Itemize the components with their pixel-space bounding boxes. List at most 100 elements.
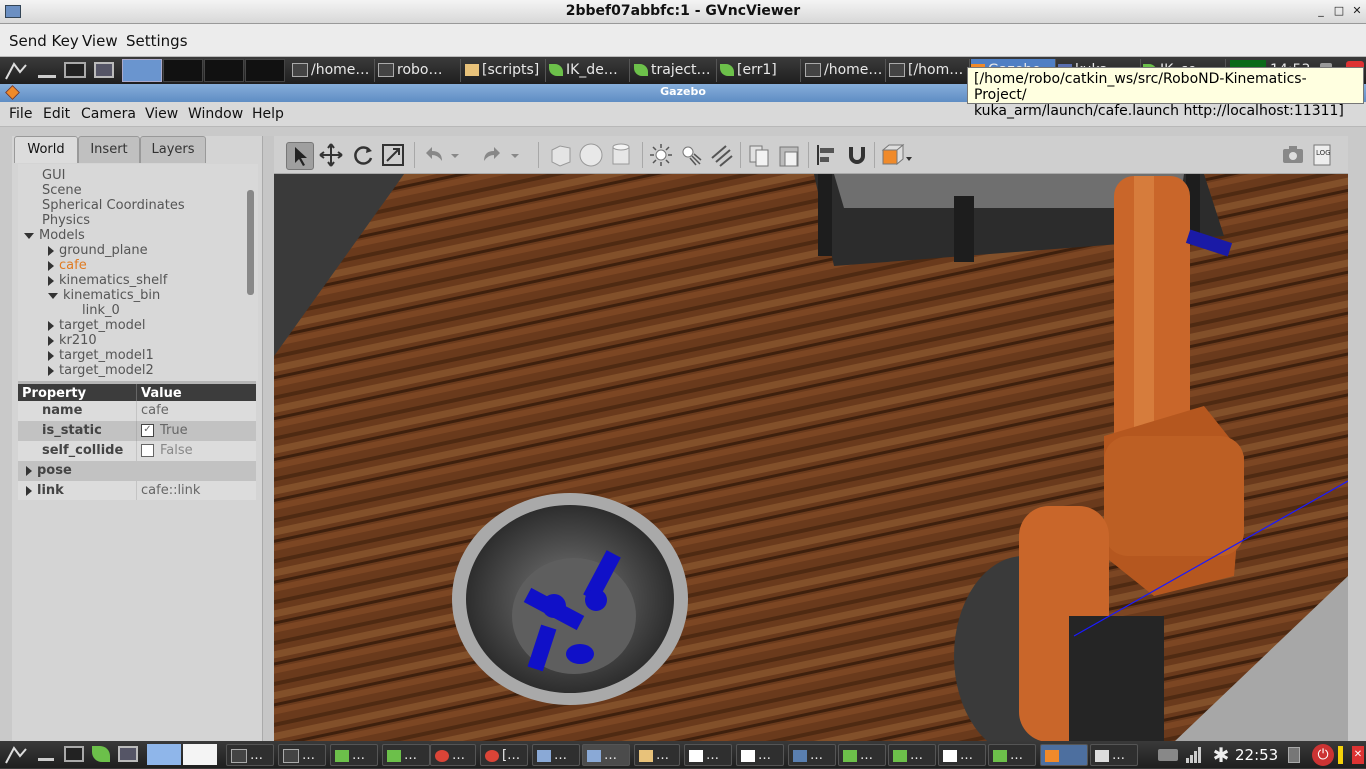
show-desktop-icon[interactable] — [38, 747, 54, 761]
bottom-task-editor-3[interactable]: … — [838, 744, 886, 766]
tree-item-spherical-coordinates[interactable]: Spherical Coordinates — [42, 198, 185, 213]
bottom-task-editor-5[interactable]: … — [988, 744, 1036, 766]
tree-item-gui[interactable]: GUI — [42, 168, 65, 183]
spot-light-icon[interactable] — [678, 142, 704, 168]
close-button[interactable]: ✕ — [1350, 4, 1364, 18]
bottom-task-document[interactable]: … — [684, 744, 732, 766]
point-light-icon[interactable] — [648, 142, 674, 168]
undo-icon[interactable] — [420, 142, 446, 168]
window-switch-icon[interactable] — [118, 746, 138, 762]
tree-item-target-model1[interactable]: target_model1 — [48, 348, 154, 363]
expand-arrow-icon[interactable] — [48, 320, 54, 331]
clock[interactable]: 22:53 — [1235, 744, 1278, 766]
view-angle-cube-icon[interactable] — [880, 142, 916, 168]
bottom-task-terminal-2[interactable]: … — [278, 744, 326, 766]
scene-render[interactable] — [274, 136, 1348, 742]
property-name-value[interactable]: cafe — [136, 401, 256, 421]
directional-light-icon[interactable] — [708, 142, 734, 168]
show-desktop-icon[interactable] — [38, 63, 56, 78]
start-menu-icon[interactable] — [4, 744, 30, 765]
task-terminal-home-3[interactable]: [/hom… — [889, 59, 970, 82]
workspace-2[interactable] — [183, 744, 217, 765]
expand-arrow-icon[interactable] — [48, 245, 54, 256]
bottom-task-editor-2[interactable]: … — [382, 744, 430, 766]
bottom-task-chrome[interactable]: … — [430, 744, 476, 766]
workspace-4[interactable] — [245, 59, 285, 82]
tree-item-target-model[interactable]: target_model — [48, 318, 146, 333]
scene-viewport[interactable] — [274, 136, 1348, 742]
close-session-icon[interactable]: ✕ — [1352, 746, 1364, 764]
workspace-2[interactable] — [163, 59, 203, 82]
copy-icon[interactable] — [746, 142, 772, 168]
signal-strength-icon[interactable] — [1186, 747, 1202, 763]
bottom-task-editor[interactable]: … — [330, 744, 378, 766]
property-row-is-static[interactable]: is_static ✓ True — [18, 421, 256, 442]
task-err1[interactable]: [err1] — [720, 59, 801, 82]
bottom-task-terminal[interactable]: … — [226, 744, 274, 766]
tree-item-kinematics-bin[interactable]: kinematics_bin — [48, 288, 160, 303]
tab-world[interactable]: World — [14, 136, 78, 163]
align-icon[interactable] — [814, 142, 840, 168]
volume-level-icon[interactable] — [1338, 746, 1343, 764]
bottom-task-gazebo[interactable] — [1040, 744, 1088, 766]
window-switch-icon[interactable] — [94, 62, 114, 78]
workspace-1[interactable] — [147, 744, 181, 765]
menu-help[interactable]: Help — [252, 106, 284, 122]
terminal-icon[interactable] — [64, 746, 84, 762]
bottom-task-tool[interactable]: … — [788, 744, 836, 766]
network-icon[interactable] — [1158, 749, 1178, 761]
expand-arrow-icon[interactable] — [48, 260, 54, 271]
collapse-arrow-icon[interactable] — [24, 232, 34, 239]
start-menu-icon[interactable] — [4, 60, 32, 81]
task-terminal-home[interactable]: /home… — [292, 59, 375, 82]
workspace-3[interactable] — [204, 59, 244, 82]
checkbox-checked-icon[interactable]: ✓ — [141, 424, 154, 437]
bottom-task-chrome-2[interactable]: [… — [480, 744, 528, 766]
left-panel-divider[interactable] — [262, 136, 274, 742]
terminal-icon[interactable] — [64, 62, 86, 78]
property-self-collide-value[interactable]: False — [136, 441, 256, 461]
paste-icon[interactable] — [776, 142, 802, 168]
tab-layers[interactable]: Layers — [140, 136, 206, 163]
expand-arrow-icon[interactable] — [48, 365, 54, 376]
undo-history-chevron-down-icon[interactable] — [448, 142, 462, 168]
log-icon[interactable]: LOG — [1310, 142, 1336, 168]
menu-view[interactable]: View — [145, 106, 178, 122]
tree-item-target-model2[interactable]: target_model2 — [48, 363, 154, 378]
bottom-task-document-3[interactable]: … — [938, 744, 986, 766]
menu-settings[interactable]: Settings — [126, 32, 188, 50]
menu-send-key[interactable]: Send Key — [9, 32, 79, 50]
maximize-button[interactable]: □ — [1332, 4, 1346, 18]
snap-magnet-icon[interactable] — [844, 142, 870, 168]
task-terminal-robo[interactable]: robo… — [378, 59, 461, 82]
cylinder-shape-icon[interactable] — [608, 142, 634, 168]
box-shape-icon[interactable] — [548, 142, 574, 168]
leaf-editor-icon[interactable] — [92, 746, 110, 762]
expand-arrow-icon[interactable] — [48, 350, 54, 361]
menu-window[interactable]: Window — [188, 106, 243, 122]
sphere-shape-icon[interactable] — [578, 142, 604, 168]
property-row-name[interactable]: name cafe — [18, 401, 256, 422]
expand-arrow-icon[interactable] — [26, 465, 32, 476]
tree-item-kr210[interactable]: kr210 — [48, 333, 97, 348]
bottom-task-window[interactable]: … — [532, 744, 580, 766]
battery-icon[interactable] — [1288, 747, 1300, 763]
task-scripts[interactable]: [scripts] — [465, 59, 546, 82]
redo-history-chevron-down-icon[interactable] — [508, 142, 522, 168]
rotate-mode-icon[interactable] — [350, 142, 376, 168]
workspace-1[interactable] — [122, 59, 162, 82]
menu-view[interactable]: View — [82, 32, 118, 50]
task-trajectory[interactable]: traject… — [634, 59, 717, 82]
menu-camera[interactable]: Camera — [81, 106, 136, 122]
property-row-link[interactable]: link cafe::link — [18, 481, 256, 502]
bottom-task-editor-4[interactable]: … — [888, 744, 936, 766]
bottom-task-folder[interactable]: … — [634, 744, 680, 766]
checkbox-unchecked-icon[interactable] — [141, 444, 154, 457]
property-row-pose[interactable]: pose — [18, 461, 256, 482]
tree-item-models[interactable]: Models — [24, 228, 85, 243]
screenshot-camera-icon[interactable] — [1280, 142, 1306, 168]
tree-item-link-0[interactable]: link_0 — [82, 303, 120, 318]
collapse-arrow-icon[interactable] — [48, 292, 58, 299]
tree-item-cafe[interactable]: cafe — [48, 258, 87, 273]
bottom-task-window-2[interactable]: … — [582, 744, 630, 766]
